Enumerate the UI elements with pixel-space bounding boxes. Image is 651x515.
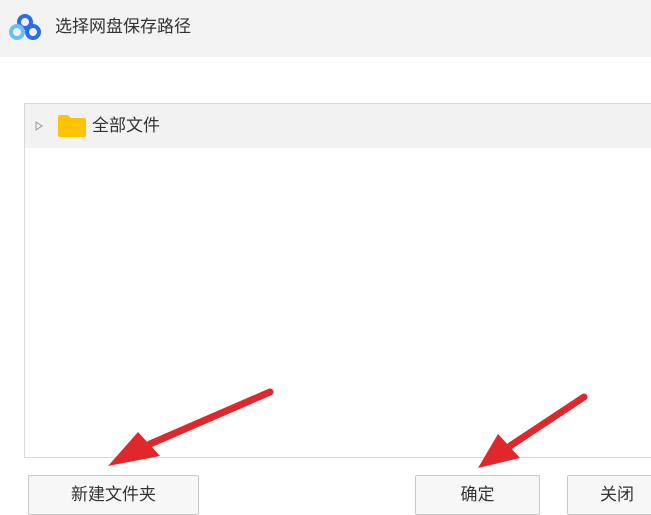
close-button[interactable]: 关闭 xyxy=(567,475,651,515)
new-folder-button[interactable]: 新建文件夹 xyxy=(28,475,199,515)
triangle-right-icon[interactable] xyxy=(35,121,43,131)
baidu-netdisk-logo-icon xyxy=(9,14,41,40)
tree-item-all-files[interactable]: 全部文件 xyxy=(25,104,651,148)
tree-item-label: 全部文件 xyxy=(92,116,160,136)
folder-tree-panel[interactable]: 全部文件 xyxy=(24,103,651,458)
confirm-button[interactable]: 确定 xyxy=(415,475,540,515)
dialog-titlebar: 选择网盘保存路径 xyxy=(0,0,651,57)
folder-icon xyxy=(58,115,86,137)
dialog-title: 选择网盘保存路径 xyxy=(55,17,191,37)
